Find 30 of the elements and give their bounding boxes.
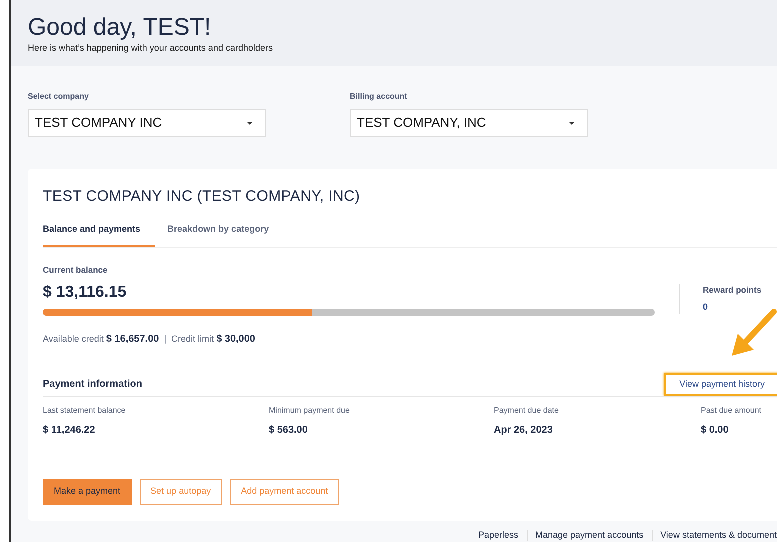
balance-amount: $ 13,116.15	[43, 282, 128, 303]
select-label: Billing account	[350, 91, 408, 103]
credit-summary: Available credit $ 16,657.00 | Credit limit $ 30,000	[43, 332, 256, 347]
payment-field-value: $ 563.00	[269, 424, 309, 438]
greeting-subtitle: Here is what’s happening with your accounts and cardholders	[28, 42, 274, 55]
dropdown-field[interactable]: TEST COMPANY, INC	[350, 109, 588, 137]
account-title: TEST COMPANY INC (TEST COMPANY, INC)	[43, 187, 362, 207]
payment-field-value: $ 11,246.22	[43, 424, 96, 438]
reward-points-label: Reward points	[703, 284, 762, 297]
payment-field-value: $ 0.00	[701, 424, 730, 438]
greeting-heading: Good day, TEST!	[28, 14, 212, 42]
payment-info-heading: Payment information	[43, 378, 142, 392]
caret-icon	[247, 122, 253, 124]
balance-label: Current balance	[43, 264, 109, 277]
tab[interactable]: Breakdown by category	[168, 222, 270, 247]
payment-field-label: Last statement balance	[43, 405, 127, 418]
footer-link[interactable]: Paperless	[478, 528, 519, 542]
footer-link[interactable]: Manage payment accounts	[536, 528, 644, 542]
action-button[interactable]: Make a payment	[43, 478, 132, 504]
payment-field-value: Apr 26, 2023	[494, 424, 554, 438]
payment-field-label: Payment due date	[494, 405, 560, 418]
footer-link[interactable]: View statements & document	[660, 528, 777, 542]
payment-history-link[interactable]: View payment history	[664, 372, 777, 396]
payment-field-label: Minimum payment due	[269, 405, 351, 418]
tab[interactable]: Balance and payments	[43, 222, 155, 247]
caret-icon	[569, 122, 575, 124]
payment-field-label: Past due amount	[701, 405, 762, 418]
dropdown-field[interactable]: TEST COMPANY INC	[28, 109, 266, 137]
select-label: Select company	[28, 91, 90, 103]
reward-points-value: 0	[703, 300, 710, 314]
